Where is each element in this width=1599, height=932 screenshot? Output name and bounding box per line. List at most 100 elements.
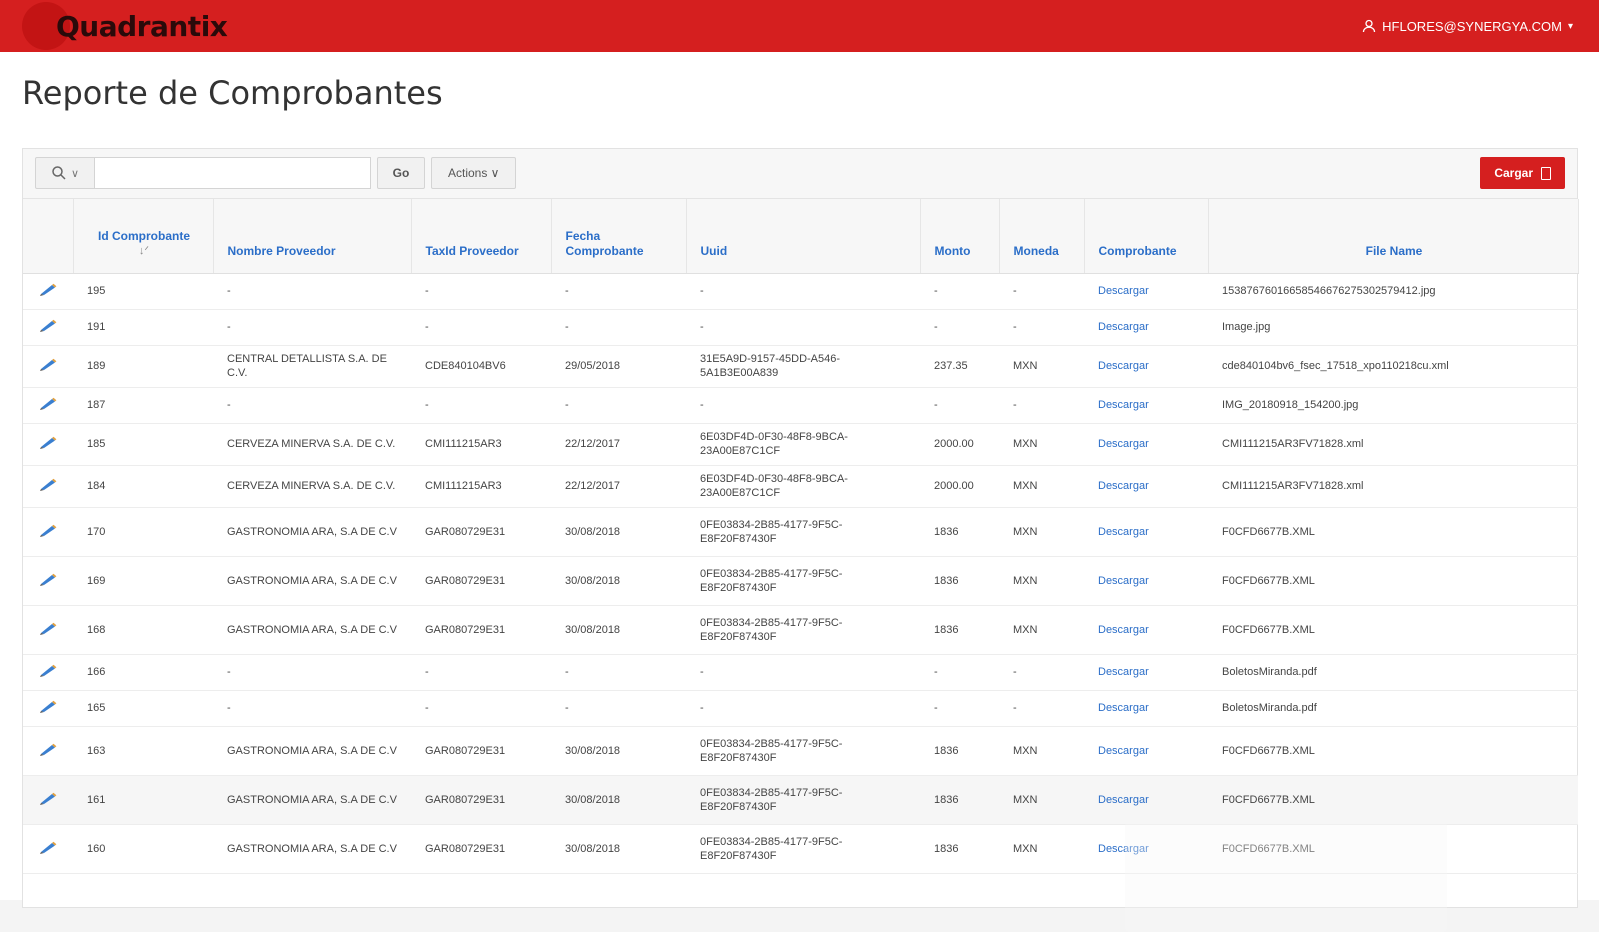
cell-id: 169 xyxy=(73,556,213,606)
descargar-link[interactable]: Descargar xyxy=(1098,321,1149,333)
descargar-link[interactable]: Descargar xyxy=(1098,285,1149,297)
cell-id: 184 xyxy=(73,465,213,508)
sort-icon: ↓ᐟ xyxy=(138,244,150,257)
cell-moneda: MXN xyxy=(999,824,1084,874)
cell-id: 168 xyxy=(73,605,213,655)
column-header-file-name[interactable]: File Name xyxy=(1208,199,1579,274)
user-menu[interactable]: HFLORES@SYNERGYA.COM ▾ xyxy=(1362,19,1573,34)
descargar-link[interactable]: Descargar xyxy=(1098,526,1149,538)
column-header-moneda[interactable]: Moneda xyxy=(999,199,1085,274)
cell-monto: - xyxy=(920,654,999,691)
cell-file: F0CFD6677B.XML xyxy=(1208,507,1578,557)
cell-taxid: GAR080729E31 xyxy=(411,556,551,606)
pencil-icon[interactable] xyxy=(38,318,58,332)
edit-cell xyxy=(23,387,73,424)
cell-taxid: - xyxy=(411,690,551,727)
pencil-icon[interactable] xyxy=(38,699,58,713)
cell-uuid: - xyxy=(686,690,920,727)
cell-comprobante: Descargar xyxy=(1084,465,1208,508)
cell-monto: - xyxy=(920,273,999,310)
actions-menu-button[interactable]: Actions ∨ xyxy=(431,157,517,189)
cell-file: BoletosMiranda.pdf xyxy=(1208,690,1578,727)
column-header-uuid[interactable]: Uuid xyxy=(686,199,921,274)
cell-uuid: 0FE03834-2B85-4177-9F5C-E8F20F87430F xyxy=(686,726,920,776)
cell-fecha: 30/08/2018 xyxy=(551,775,686,825)
cell-monto: 1836 xyxy=(920,605,999,655)
pencil-icon[interactable] xyxy=(38,840,58,854)
descargar-link[interactable]: Descargar xyxy=(1098,624,1149,636)
column-header-edit xyxy=(23,199,74,274)
column-header-taxid[interactable]: TaxId Proveedor xyxy=(411,199,552,274)
descargar-link[interactable]: Descargar xyxy=(1098,745,1149,757)
chevron-down-icon: ∨ xyxy=(70,167,80,180)
cell-taxid: GAR080729E31 xyxy=(411,605,551,655)
descargar-link[interactable]: Descargar xyxy=(1098,360,1149,372)
cell-moneda: MXN xyxy=(999,423,1084,466)
page-body: Reporte de Comprobantes ∨ Go Actions ∨ C… xyxy=(0,52,1599,932)
cargar-label: Cargar xyxy=(1494,166,1533,180)
cell-fecha: - xyxy=(551,273,686,310)
table-row: 189 CENTRAL DETALLISTA S.A. DE C.V. CDE840… xyxy=(23,345,1578,388)
cell-fecha: - xyxy=(551,387,686,424)
cell-moneda: MXN xyxy=(999,556,1084,606)
go-button[interactable]: Go xyxy=(377,157,425,189)
descargar-link[interactable]: Descargar xyxy=(1098,438,1149,450)
table-row: 161 GASTRONOMIA ARA, S.A DE C.V GAR080729E… xyxy=(23,775,1578,825)
cell-monto: - xyxy=(920,690,999,727)
search-input[interactable] xyxy=(95,157,371,189)
cell-fecha: - xyxy=(551,654,686,691)
cell-nombre: - xyxy=(213,273,411,310)
descargar-link[interactable]: Descargar xyxy=(1098,399,1149,411)
cell-monto: 1836 xyxy=(920,824,999,874)
cell-file: F0CFD6677B.XML xyxy=(1208,726,1578,776)
column-header-fecha[interactable]: Fecha Comprobante xyxy=(551,199,687,274)
brand-name: Quadrantix xyxy=(56,9,228,43)
cell-comprobante: Descargar xyxy=(1084,387,1208,424)
pencil-icon[interactable] xyxy=(38,523,58,537)
edit-cell xyxy=(23,654,73,691)
column-header-comprobante[interactable]: Comprobante xyxy=(1084,199,1209,274)
column-header-nombre[interactable]: Nombre Proveedor xyxy=(213,199,412,274)
cell-file: F0CFD6677B.XML xyxy=(1208,775,1578,825)
cell-taxid: CMI111215AR3 xyxy=(411,465,551,508)
cell-moneda: - xyxy=(999,309,1084,346)
pencil-icon[interactable] xyxy=(38,663,58,677)
pencil-icon[interactable] xyxy=(38,477,58,491)
comprobantes-table: Id Comprobante ↓ᐟ Nombre Proveedor TaxId … xyxy=(23,199,1579,874)
chevron-down-icon: ▾ xyxy=(1567,20,1573,32)
brand[interactable]: Quadrantix xyxy=(22,2,228,50)
descargar-link[interactable]: Descargar xyxy=(1098,480,1149,492)
pencil-icon[interactable] xyxy=(38,791,58,805)
table-row: 163 GASTRONOMIA ARA, S.A DE C.V GAR080729E… xyxy=(23,726,1578,776)
cell-file: Image.jpg xyxy=(1208,309,1578,346)
cell-nombre: CERVEZA MINERVA S.A. DE C.V. xyxy=(213,423,411,466)
pencil-icon[interactable] xyxy=(38,742,58,756)
pencil-icon[interactable] xyxy=(38,435,58,449)
pencil-icon[interactable] xyxy=(38,621,58,635)
edit-cell xyxy=(23,690,73,727)
cell-id: 165 xyxy=(73,690,213,727)
cell-id: 163 xyxy=(73,726,213,776)
search-icon xyxy=(52,166,66,180)
pencil-icon[interactable] xyxy=(38,357,58,371)
cell-nombre: GASTRONOMIA ARA, S.A DE C.V xyxy=(213,726,411,776)
column-header-id[interactable]: Id Comprobante ↓ᐟ xyxy=(73,199,214,274)
cell-moneda: - xyxy=(999,273,1084,310)
table-row: 195- - - - - - Descargar 1538767601665854667627… xyxy=(23,273,1578,310)
column-header-monto[interactable]: Monto xyxy=(920,199,1000,274)
search-column-selector[interactable]: ∨ xyxy=(35,157,95,189)
cell-moneda: MXN xyxy=(999,507,1084,557)
descargar-link[interactable]: Descargar xyxy=(1098,702,1149,714)
cargar-button[interactable]: Cargar xyxy=(1480,157,1565,189)
cell-nombre: CERVEZA MINERVA S.A. DE C.V. xyxy=(213,465,411,508)
descargar-link[interactable]: Descargar xyxy=(1098,794,1149,806)
descargar-link[interactable]: Descargar xyxy=(1098,575,1149,587)
cell-fecha: 30/08/2018 xyxy=(551,507,686,557)
pencil-icon[interactable] xyxy=(38,572,58,586)
pencil-icon[interactable] xyxy=(38,396,58,410)
cell-taxid: - xyxy=(411,654,551,691)
cell-uuid: - xyxy=(686,654,920,691)
cell-comprobante: Descargar xyxy=(1084,690,1208,727)
descargar-link[interactable]: Descargar xyxy=(1098,666,1149,678)
pencil-icon[interactable] xyxy=(38,282,58,296)
